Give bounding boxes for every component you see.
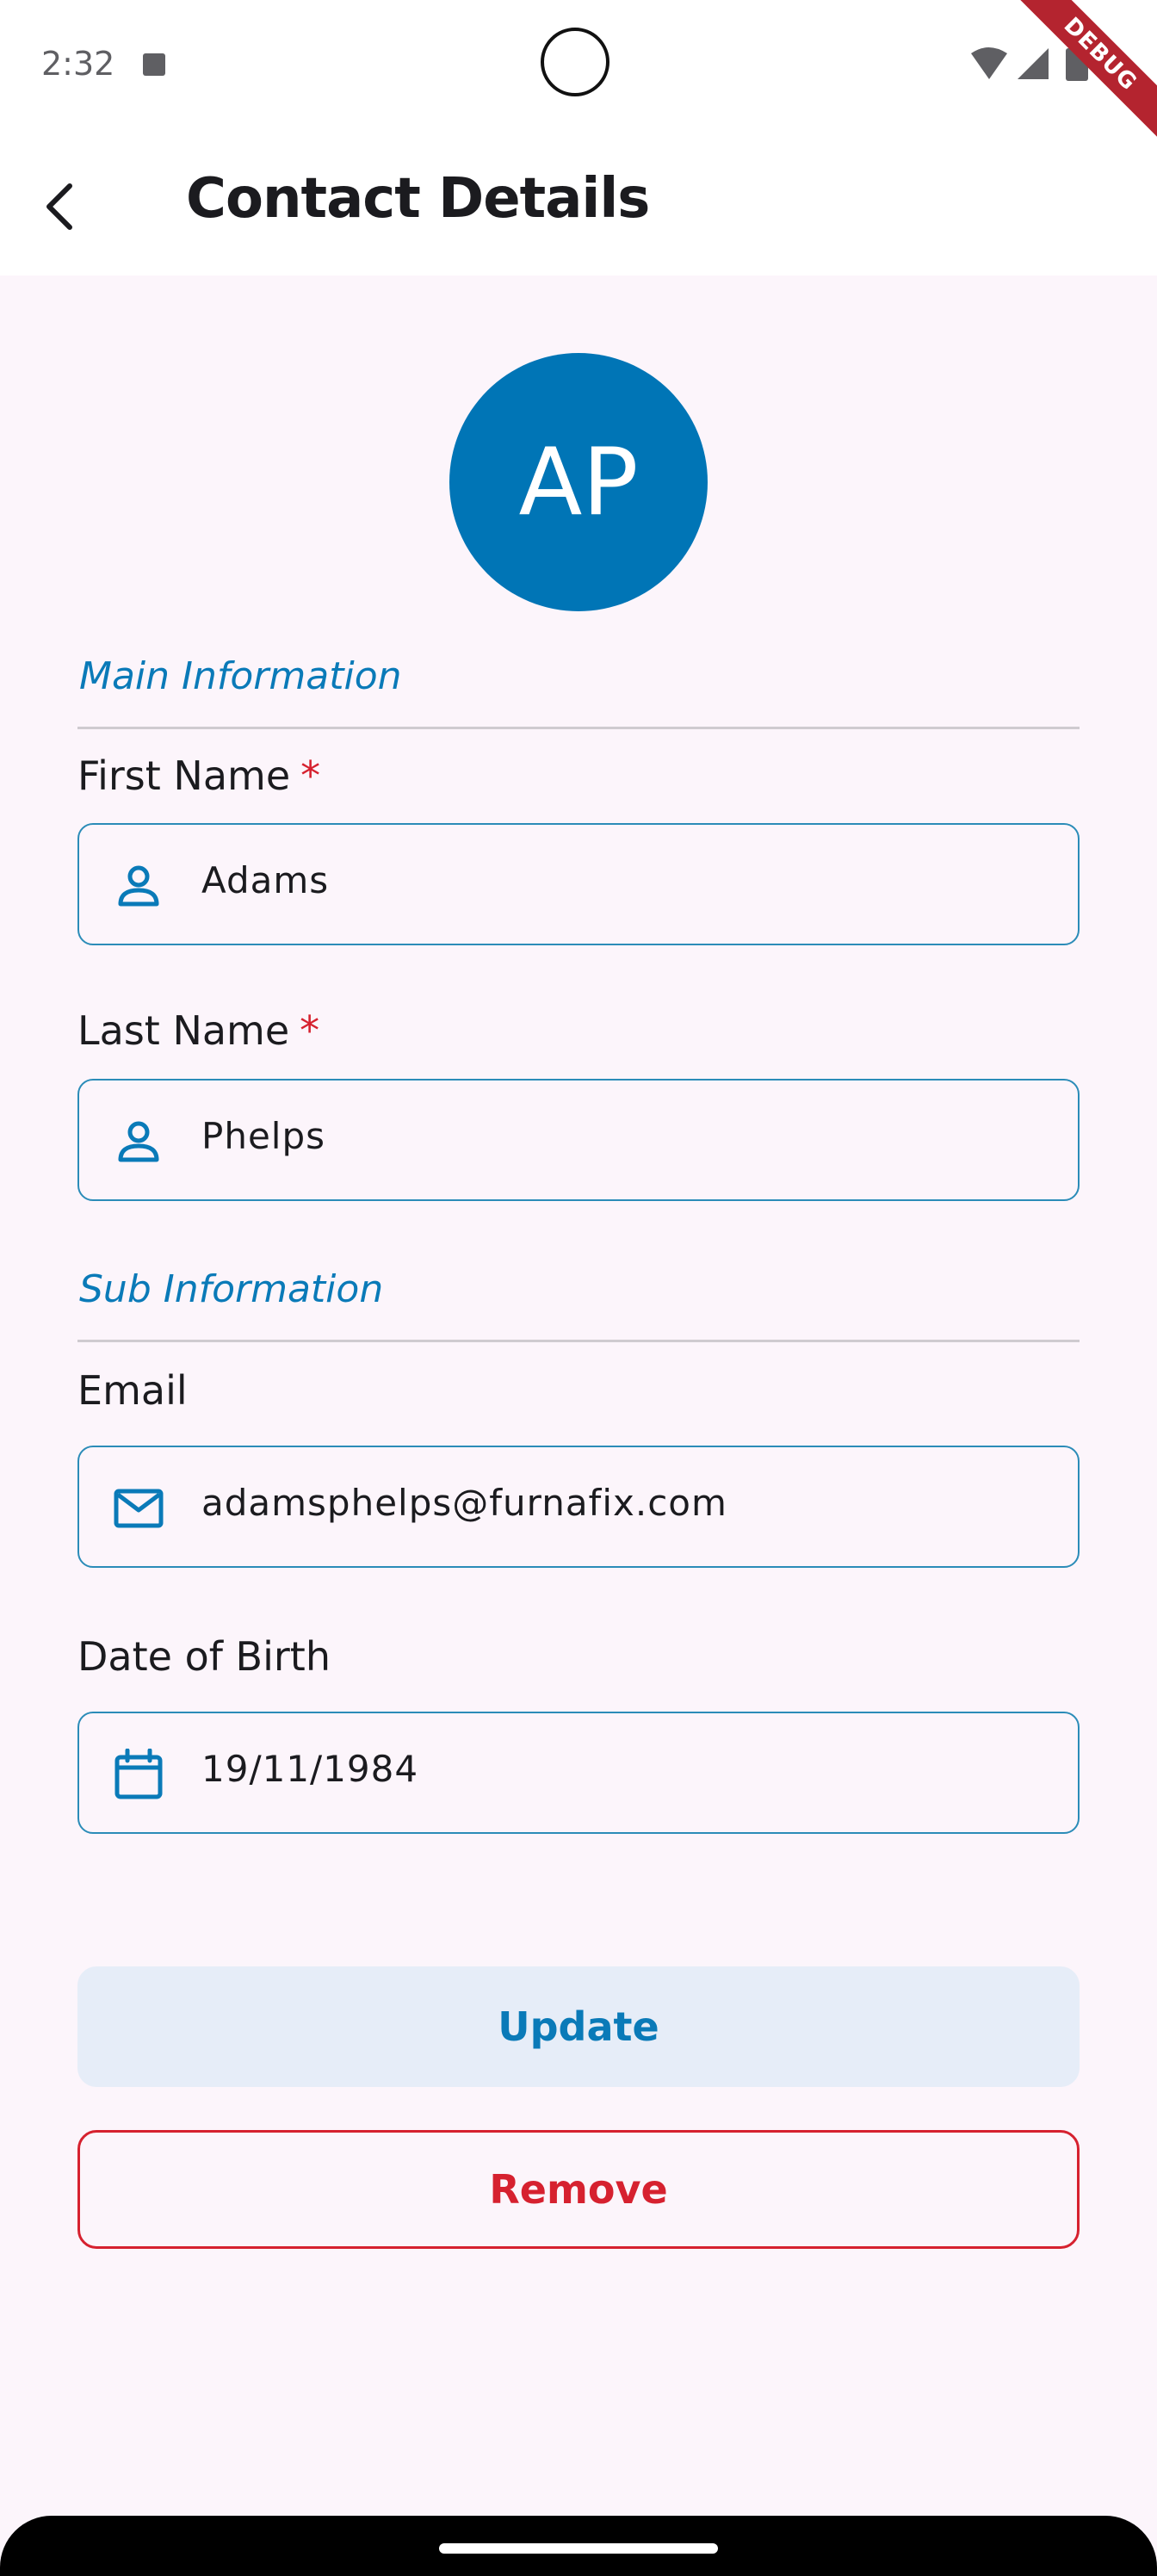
section-title-sub: Sub Information xyxy=(79,1267,384,1311)
chevron-left-icon xyxy=(46,183,72,230)
first-name-label-text: First Name xyxy=(77,752,291,799)
page-title: Contact Details xyxy=(186,167,650,231)
email-field[interactable]: adamsphelps@furnafix.com xyxy=(77,1446,1080,1568)
email-label: Email xyxy=(77,1367,188,1414)
last-name-label: Last Name * xyxy=(77,1007,319,1054)
required-mark: * xyxy=(300,752,321,799)
system-nav-bar xyxy=(0,2516,1157,2576)
first-name-value: Adams xyxy=(201,859,330,901)
person-icon xyxy=(112,1115,165,1168)
update-button[interactable]: Update xyxy=(77,1966,1080,2087)
divider xyxy=(77,727,1080,729)
last-name-value: Phelps xyxy=(201,1115,325,1157)
divider xyxy=(77,1340,1080,1342)
home-gesture-handle[interactable] xyxy=(439,2543,718,2554)
status-time: 2:32 xyxy=(41,45,115,83)
dob-field[interactable]: 19/11/1984 xyxy=(77,1712,1080,1834)
last-name-label-text: Last Name xyxy=(77,1007,290,1054)
debug-label: DEBUG xyxy=(1008,0,1157,146)
first-name-label: First Name * xyxy=(77,752,320,799)
email-value: adamsphelps@furnafix.com xyxy=(201,1482,727,1524)
status-bar: 2:32 DEBUG xyxy=(0,0,1157,146)
person-icon xyxy=(112,859,165,913)
dob-label: Date of Birth xyxy=(77,1633,331,1680)
first-name-field[interactable]: Adams xyxy=(77,823,1080,945)
camera-cutout xyxy=(541,28,609,96)
back-button[interactable] xyxy=(24,170,96,243)
section-title-main: Main Information xyxy=(79,654,402,698)
app-bar: Contact Details xyxy=(0,138,1157,276)
remove-button[interactable]: Remove xyxy=(77,2130,1080,2249)
avatar: AP xyxy=(449,353,708,611)
calendar-icon xyxy=(112,1748,165,1801)
mail-icon xyxy=(112,1482,165,1535)
dob-value: 19/11/1984 xyxy=(201,1748,419,1790)
last-name-field[interactable]: Phelps xyxy=(77,1079,1080,1201)
required-mark: * xyxy=(300,1007,320,1054)
notification-icon xyxy=(143,53,165,76)
